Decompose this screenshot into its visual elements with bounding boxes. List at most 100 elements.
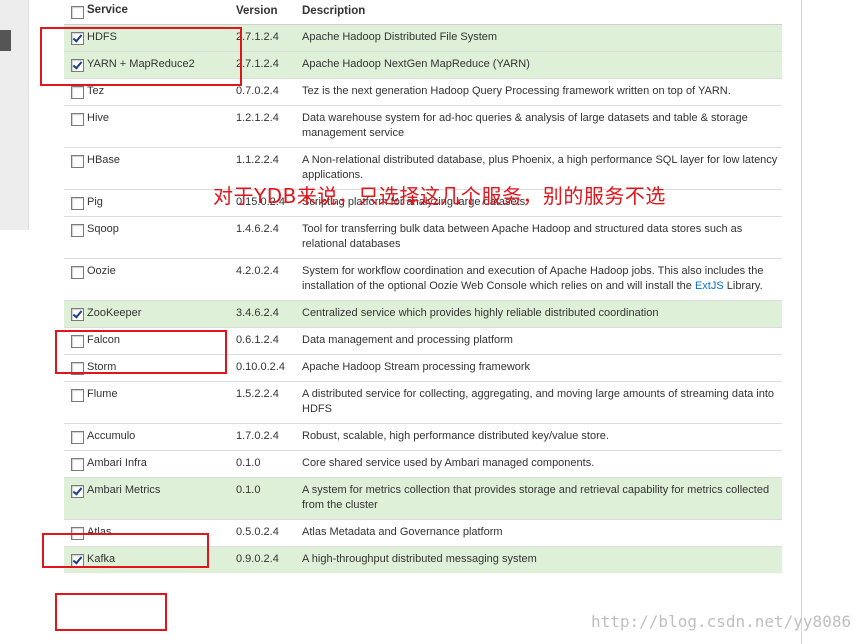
service-cell: HBase	[64, 147, 232, 190]
service-checkbox[interactable]	[71, 266, 84, 279]
service-version: 0.9.0.2.4	[232, 546, 298, 573]
service-description-cell: Apache Hadoop NextGen MapReduce (YARN)	[298, 51, 782, 79]
service-description: Centralized service which provides highl…	[302, 307, 659, 319]
service-checkbox[interactable]	[71, 86, 84, 99]
service-name: Pig	[87, 196, 103, 208]
table-row[interactable]: HDFS 2.7.1.2.4 Apache Hadoop Distributed F…	[64, 24, 782, 52]
watermark-text: http://blog.csdn.net/yy8086	[591, 612, 852, 631]
service-checkbox[interactable]	[71, 362, 84, 375]
services-table-body: HDFS 2.7.1.2.4 Apache Hadoop Distributed F…	[64, 24, 782, 573]
service-name: Atlas	[87, 526, 112, 538]
description-column-header: Description	[298, 0, 782, 25]
table-row[interactable]: Oozie 4.2.0.2.4 System for workflow coordi…	[64, 258, 782, 301]
service-checkbox[interactable]	[71, 197, 84, 210]
service-checkbox[interactable]	[71, 335, 84, 348]
service-description-cell: Atlas Metadata and Governance platform	[298, 519, 782, 547]
service-version: 0.10.0.2.4	[232, 354, 298, 382]
service-description: A distributed service for collecting, ag…	[302, 388, 775, 415]
services-table: Service Version Description HDFS 2.7.1.2.…	[64, 0, 782, 573]
service-checkbox[interactable]	[71, 527, 84, 540]
service-version: 1.5.2.2.4	[232, 381, 298, 424]
table-row[interactable]: Sqoop 1.4.6.2.4 Tool for transferring bulk…	[64, 216, 782, 259]
service-description-cell: Data warehouse system for ad-hoc queries…	[298, 105, 782, 148]
service-name: Tez	[87, 85, 105, 97]
description-suffix: Library.	[723, 280, 763, 292]
service-cell: Flume	[64, 381, 232, 424]
service-checkbox[interactable]	[71, 59, 84, 72]
table-row[interactable]: Hive 1.2.1.2.4 Data warehouse system for a…	[64, 105, 782, 148]
service-description: Tez is the next generation Hadoop Query …	[302, 85, 731, 97]
service-cell: Ambari Infra	[64, 450, 232, 478]
table-row[interactable]: ZooKeeper 3.4.6.2.4 Centralized service wh…	[64, 300, 782, 328]
service-version: 0.6.1.2.4	[232, 327, 298, 355]
table-header-row: Service Version Description	[64, 0, 782, 25]
service-description: Robust, scalable, high performance distr…	[302, 430, 609, 442]
service-checkbox[interactable]	[71, 224, 84, 237]
table-row[interactable]: Ambari Metrics 0.1.0 A system for metrics …	[64, 477, 782, 520]
service-name: YARN + MapReduce2	[87, 58, 195, 70]
service-checkbox[interactable]	[71, 485, 84, 498]
highlight-box-kafka	[55, 593, 167, 631]
service-version: 2.7.1.2.4	[232, 24, 298, 52]
service-checkbox[interactable]	[71, 458, 84, 471]
service-description: Apache Hadoop Stream processing framewor…	[302, 361, 531, 373]
table-row[interactable]: Flume 1.5.2.2.4 A distributed service for …	[64, 381, 782, 424]
service-version: 4.2.0.2.4	[232, 258, 298, 301]
service-name: Accumulo	[87, 430, 136, 442]
table-row[interactable]: Tez 0.7.0.2.4 Tez is the next generation H…	[64, 78, 782, 106]
table-row[interactable]: Falcon 0.6.1.2.4 Data management and proce…	[64, 327, 782, 355]
service-column-header: Service	[64, 0, 232, 25]
service-description: Atlas Metadata and Governance platform	[302, 526, 503, 538]
service-description-cell: A system for metrics collection that pro…	[298, 477, 782, 520]
service-description-cell: Centralized service which provides highl…	[298, 300, 782, 328]
annotation-text: 对于YDB来说，只选择这几个服务，别的服务不选	[213, 184, 666, 208]
service-cell: Falcon	[64, 327, 232, 355]
service-version: 0.5.0.2.4	[232, 519, 298, 547]
service-checkbox[interactable]	[71, 308, 84, 321]
service-name: Storm	[87, 361, 117, 373]
service-description-cell: Tool for transferring bulk data between …	[298, 216, 782, 259]
service-description: Data warehouse system for ad-hoc queries…	[302, 112, 748, 139]
service-name: HDFS	[87, 31, 117, 43]
table-row[interactable]: Kafka 0.9.0.2.4 A high-throughput distribu…	[64, 546, 782, 573]
extjs-link[interactable]: ExtJS	[695, 280, 724, 292]
service-checkbox[interactable]	[71, 155, 84, 168]
service-checkbox[interactable]	[71, 32, 84, 45]
service-name: Ambari Infra	[87, 457, 147, 469]
service-name: Falcon	[87, 334, 121, 346]
service-checkbox[interactable]	[71, 389, 84, 402]
service-name: Oozie	[87, 265, 116, 277]
service-cell: Ambari Metrics	[64, 477, 232, 520]
service-description-cell: Core shared service used by Ambari manag…	[298, 450, 782, 478]
service-name: HBase	[87, 154, 121, 166]
service-description-cell: A high-throughput distributed messaging …	[298, 546, 782, 573]
service-checkbox[interactable]	[71, 431, 84, 444]
service-cell: Storm	[64, 354, 232, 382]
service-cell: Oozie	[64, 258, 232, 301]
table-row[interactable]: Storm 0.10.0.2.4 Apache Hadoop Stream proc…	[64, 354, 782, 382]
service-description: Apache Hadoop Distributed File System	[302, 31, 498, 43]
service-description: Apache Hadoop NextGen MapReduce (YARN)	[302, 58, 530, 70]
version-column-header: Version	[232, 0, 298, 25]
service-description-cell: Data management and processing platform	[298, 327, 782, 355]
service-cell: Accumulo	[64, 423, 232, 451]
service-version: 1.4.6.2.4	[232, 216, 298, 259]
table-row[interactable]: Atlas 0.5.0.2.4 Atlas Metadata and Governa…	[64, 519, 782, 547]
service-description: A high-throughput distributed messaging …	[302, 553, 537, 565]
service-cell: Atlas	[64, 519, 232, 547]
select-all-checkbox[interactable]	[71, 5, 84, 19]
service-description-cell: Tez is the next generation Hadoop Query …	[298, 78, 782, 106]
table-row[interactable]: Ambari Infra 0.1.0 Core shared service use…	[64, 450, 782, 478]
service-name: Ambari Metrics	[87, 484, 161, 496]
service-description-cell: Apache Hadoop Stream processing framewor…	[298, 354, 782, 382]
service-version: 2.7.1.2.4	[232, 51, 298, 79]
table-row[interactable]: YARN + MapReduce2 2.7.1.2.4 Apache Hadoop …	[64, 51, 782, 79]
sidebar-collapse-handle[interactable]	[0, 30, 11, 51]
service-name: Hive	[87, 112, 110, 124]
service-description: Data management and processing platform	[302, 334, 513, 346]
table-row[interactable]: Accumulo 1.7.0.2.4 Robust, scalable, high …	[64, 423, 782, 451]
service-checkbox[interactable]	[71, 113, 84, 126]
service-name: ZooKeeper	[87, 307, 142, 319]
service-checkbox[interactable]	[71, 554, 84, 567]
left-sidebar-panel	[0, 0, 29, 230]
